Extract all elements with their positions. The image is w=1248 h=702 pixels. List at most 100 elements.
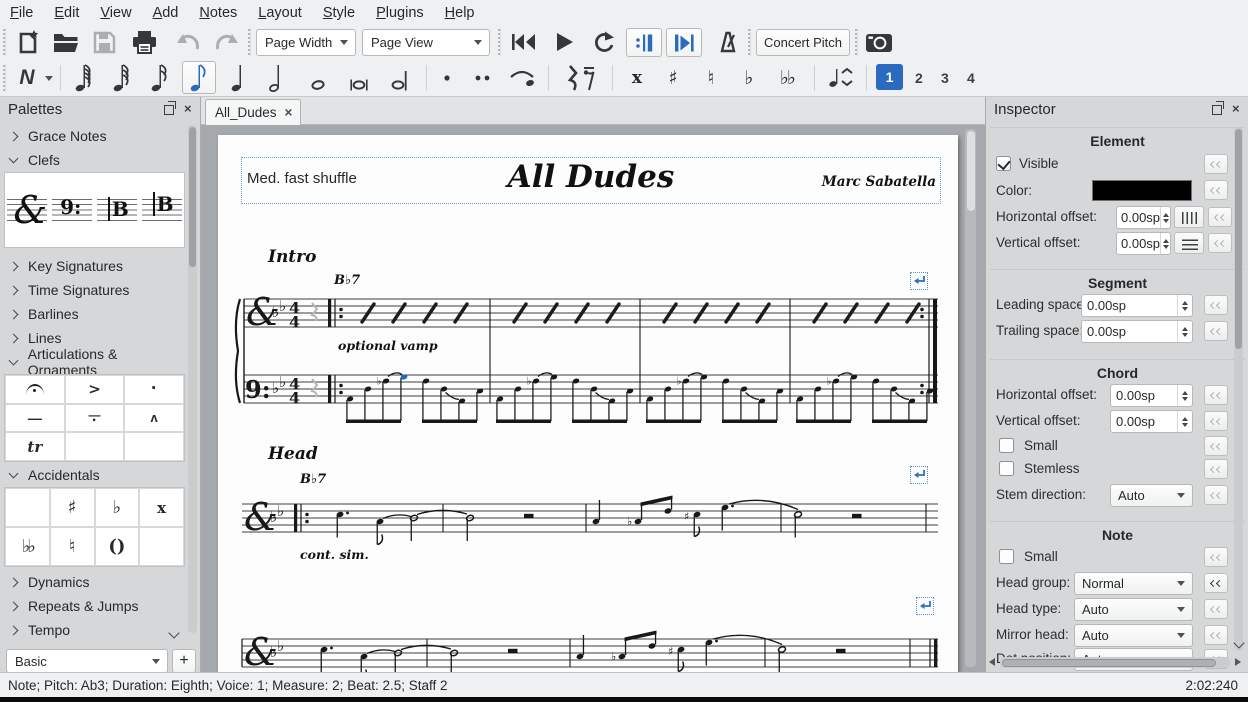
natural-button[interactable]: ♮ bbox=[696, 63, 726, 93]
menu-edit[interactable]: Edit bbox=[54, 5, 79, 21]
view-mode-combobox[interactable]: Page View bbox=[362, 29, 490, 56]
trill-cell[interactable]: tr bbox=[5, 432, 65, 461]
marcato-cell[interactable]: ʌ bbox=[124, 404, 184, 433]
head-type-dropdown[interactable]: Auto bbox=[1074, 598, 1193, 621]
note-64th-button[interactable] bbox=[68, 63, 100, 93]
clef-treble-cell[interactable]: & bbox=[5, 173, 50, 247]
rehearsal-head[interactable]: Head bbox=[268, 444, 318, 464]
toolbar-drag-handle[interactable] bbox=[498, 29, 501, 55]
metronome-toggle[interactable] bbox=[712, 28, 744, 56]
reset-color-button[interactable] bbox=[1204, 180, 1228, 200]
mirror-head-dropdown[interactable]: Auto bbox=[1074, 624, 1193, 647]
empty-cell[interactable] bbox=[5, 488, 50, 527]
composer-text[interactable]: Marc Sabatella bbox=[698, 174, 936, 190]
leading-space-spinbox[interactable]: 0.00sp bbox=[1081, 294, 1193, 317]
close-panel-icon[interactable]: × bbox=[184, 104, 192, 114]
scroll-left-arrow[interactable] bbox=[989, 658, 995, 666]
menu-view[interactable]: View bbox=[100, 5, 131, 21]
pan-score-toggle[interactable] bbox=[666, 28, 702, 57]
reset-h-offset-button[interactable] bbox=[1208, 207, 1232, 227]
redo-button[interactable] bbox=[210, 28, 242, 56]
toolbar-drag-handle[interactable] bbox=[748, 29, 751, 55]
reset-mirror-button[interactable] bbox=[1204, 625, 1228, 645]
chord-small-checkbox[interactable] bbox=[999, 438, 1014, 453]
image-capture-button[interactable] bbox=[862, 28, 896, 56]
note-eighth-button-selected[interactable] bbox=[182, 61, 216, 94]
vamp-text[interactable]: optional vamp bbox=[338, 338, 438, 353]
score-view[interactable]: Med. fast shuffle All Dudes Marc Sabatel… bbox=[201, 125, 985, 672]
element-h-offset-spinbox[interactable]: 0.00sp bbox=[1116, 206, 1171, 229]
clef-alto-cell[interactable]: B bbox=[95, 173, 140, 247]
score-system-3[interactable]: & ♭ ♭ bbox=[232, 615, 944, 672]
clef-bass-cell[interactable]: 9: bbox=[50, 173, 95, 247]
snap-vertical-button[interactable] bbox=[1174, 232, 1204, 254]
clef-tenor-cell[interactable]: B bbox=[139, 173, 184, 247]
reset-chord-small-button[interactable] bbox=[1204, 436, 1228, 456]
score-system-intro[interactable]: & ♭ ♭ 4 4 9: ♭ ♭ 4 4 bbox=[232, 291, 944, 437]
note-small-checkbox[interactable] bbox=[999, 549, 1014, 564]
note-input-dropdown[interactable] bbox=[42, 71, 56, 85]
score-page[interactable]: Med. fast shuffle All Dudes Marc Sabatel… bbox=[218, 135, 958, 672]
staccato-cell[interactable]: · bbox=[124, 375, 184, 404]
element-v-offset-spinbox[interactable]: 0.00sp bbox=[1116, 232, 1171, 255]
chord-v-offset-spinbox[interactable]: 0.00sp bbox=[1110, 410, 1193, 433]
reset-chord-h-button[interactable] bbox=[1204, 385, 1228, 405]
workspace-combobox[interactable]: Basic bbox=[6, 649, 168, 673]
palette-item-barlines[interactable]: Barlines bbox=[0, 302, 185, 326]
close-panel-icon[interactable]: × bbox=[1232, 104, 1240, 114]
cont-sim-text[interactable]: cont. sim. bbox=[300, 547, 369, 562]
flip-direction-button[interactable] bbox=[822, 63, 858, 93]
note-breve-button[interactable] bbox=[342, 63, 376, 93]
reset-stem-direction-button[interactable] bbox=[1204, 485, 1228, 505]
rest-button[interactable] bbox=[556, 61, 604, 95]
tab-close-icon[interactable]: × bbox=[285, 105, 293, 120]
menu-file[interactable]: File bbox=[10, 5, 33, 21]
note-16th-button[interactable] bbox=[144, 63, 176, 93]
empty-cell[interactable] bbox=[124, 432, 184, 461]
augmentation-dot-button[interactable] bbox=[434, 63, 460, 93]
palette-item-grace-notes[interactable]: Grace Notes bbox=[0, 124, 185, 148]
play-button[interactable] bbox=[548, 28, 580, 56]
menu-notes[interactable]: Notes bbox=[199, 5, 237, 21]
menu-add[interactable]: Add bbox=[153, 5, 179, 21]
double-flat-button[interactable]: ♭♭ bbox=[770, 63, 804, 93]
score-scrollbar[interactable] bbox=[965, 129, 976, 667]
reset-trailing-button[interactable] bbox=[1204, 321, 1228, 341]
palette-scrollbar[interactable] bbox=[188, 125, 197, 633]
tie-button[interactable] bbox=[504, 63, 540, 93]
chord-h-offset-spinbox[interactable]: 0.00sp bbox=[1110, 384, 1193, 407]
double-dot-button[interactable] bbox=[468, 63, 498, 93]
inspector-vscrollbar[interactable] bbox=[1234, 127, 1243, 651]
voice-3-button[interactable]: 3 bbox=[941, 70, 949, 86]
toolbar-drag-handle[interactable] bbox=[855, 29, 858, 55]
reset-stemless-button[interactable] bbox=[1204, 459, 1228, 479]
system-break-2[interactable] bbox=[910, 466, 928, 484]
rehearsal-intro[interactable]: Intro bbox=[268, 247, 316, 267]
sharp-cell[interactable]: ♯ bbox=[50, 488, 95, 527]
play-repeats-toggle[interactable] bbox=[626, 28, 662, 57]
scroll-right-arrow[interactable] bbox=[1235, 658, 1241, 666]
new-score-button[interactable] bbox=[12, 28, 44, 56]
score-system-head[interactable]: & ♭ ♭ bbox=[232, 487, 944, 587]
palette-item-articulations[interactable]: Articulations & Ornaments bbox=[0, 350, 185, 374]
reset-head-type-button[interactable] bbox=[1204, 599, 1228, 619]
palette-item-tempo[interactable]: Tempo bbox=[0, 618, 185, 642]
toolbar-drag-handle[interactable] bbox=[3, 29, 6, 55]
stemless-checkbox[interactable] bbox=[999, 461, 1014, 476]
menu-layout[interactable]: Layout bbox=[258, 5, 302, 21]
voice-4-button[interactable]: 4 bbox=[967, 70, 975, 86]
float-panel-icon[interactable] bbox=[1212, 105, 1222, 115]
note-quarter-button[interactable] bbox=[224, 63, 256, 93]
double-sharp-cell[interactable]: x bbox=[139, 488, 184, 527]
loop-playback-button[interactable] bbox=[588, 28, 620, 56]
menu-style[interactable]: Style bbox=[323, 5, 355, 21]
menu-plugins[interactable]: Plugins bbox=[376, 5, 424, 21]
toolbar-drag-handle[interactable] bbox=[3, 65, 6, 91]
portato-cell[interactable]: —· bbox=[65, 404, 125, 433]
empty-cell[interactable] bbox=[139, 527, 184, 566]
reset-chord-v-button[interactable] bbox=[1204, 411, 1228, 431]
palette-item-time-signatures[interactable]: Time Signatures bbox=[0, 278, 185, 302]
tenuto-cell[interactable]: — bbox=[5, 404, 65, 433]
undo-button[interactable] bbox=[172, 28, 204, 56]
note-half-button[interactable] bbox=[262, 63, 294, 93]
